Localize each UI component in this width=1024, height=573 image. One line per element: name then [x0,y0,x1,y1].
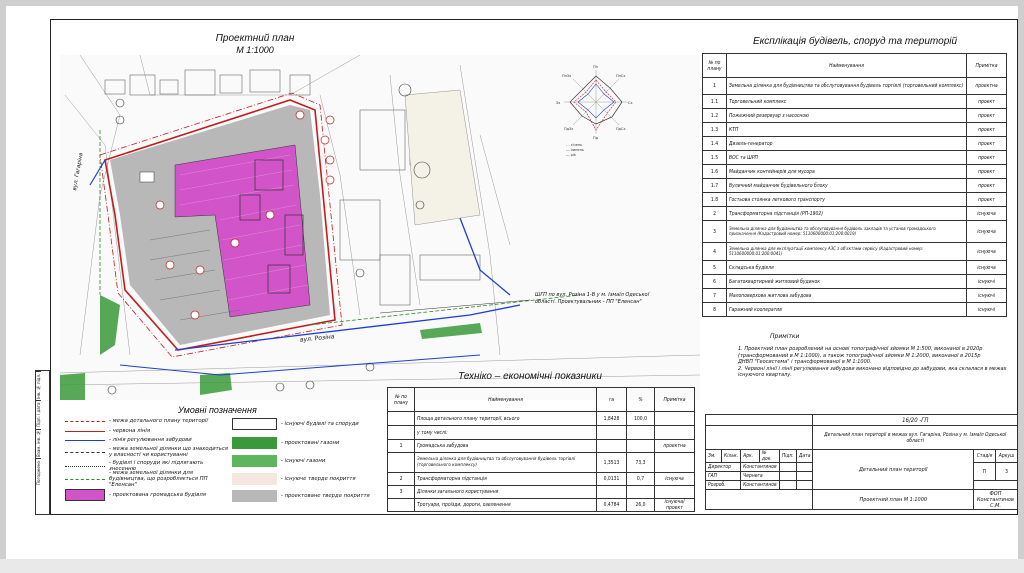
margin-cell: Взам. інв. № [36,429,41,458]
explication-title: Експлікація будівель, споруд та територі… [752,36,958,47]
col-header: Найменування [414,387,597,412]
col-header: Примітка [966,53,1007,78]
legend-item: - межа детального плану території [65,418,208,424]
wind-legend: — рік [566,153,576,157]
legend-item: - проектоване тверде покриття [232,490,370,502]
legend-item: - існуюче тверде покриття [232,473,356,485]
legend-box-swatch [65,489,105,501]
legend-line-swatch [65,430,105,432]
company-name: ФОП Константинов С.М. [973,489,1018,510]
table-row: 8 Гаражний кооператив існуючі [702,302,1007,317]
existing-building-swatch [232,418,277,430]
wind-legend: - - січень [566,143,582,147]
table-row: 1.1 Торговельний комплекс проект [702,94,1007,109]
legend-item: - межа земельної ділянки для будівництва… [65,470,229,488]
table-row: 1 Земельна ділянка для будівництва та обс… [702,77,1007,95]
legend-item: - червона лінія [65,428,150,434]
col-header: Примітка [654,387,695,412]
table-row: 1.4 Дизель-генератор проект [702,136,1007,151]
teo-table: № по плану Найменування га % Примітка Пл… [387,387,695,512]
project-title: Детальний план території в межах вул. Га… [812,425,1018,450]
legend-box-swatch [232,490,277,502]
legend-item: - проектовані газони [232,437,339,449]
wind-label: ПдЗх [564,127,573,131]
legend-item: - існуючі будівлі та споруди [232,418,359,430]
table-row: у тому числі: [387,425,695,440]
legend-item: - лінія регулювання забудови [65,437,192,443]
note-line: 1. Проектний план розроблений на основі … [738,346,983,359]
notes-title: Примітки [770,333,800,340]
drawing-code: 16/20 -ГП [812,414,1018,426]
legend-item: - межа земельної ділянки що знаходиться … [65,446,229,458]
plan-title: Проектний план [215,33,295,44]
legend-line-swatch [65,465,105,467]
wind-label: ПдСх [616,127,626,131]
margin-stamp-strip: Інв. № підл. Підп. і дата Взам. інв. № П… [35,370,50,515]
col-header: га [596,387,627,412]
legend-item: - існуючі газони [232,455,325,467]
table-row: 1 Громадська забудова проектна [387,439,695,453]
legend-line-swatch [65,439,105,441]
table-row: 1.3 КТП проект [702,122,1007,137]
table-row: 6 Багатоквартирний житловий будинок існуюч… [702,274,1007,289]
title-block: 16/20 -ГП Детальний план території в меж… [704,414,1018,510]
wind-label: ПнЗх [562,74,571,78]
legend-box-swatch [232,473,277,485]
teo-title: Техніко – економічні показники [458,371,602,382]
table-row: 2 Трансформаторна підстанція 0,0131 0,7 існу… [387,472,695,486]
legend-box-swatch [232,455,277,467]
table-row: 1.5 ВОС та ШРП проект [702,150,1007,165]
wind-label: Сх [628,101,633,105]
legend-line-swatch [65,451,105,453]
table-row: 1.6 Майданчик контейнерів для мусора проек… [702,164,1007,179]
table-row: 4 Земельна ділянка для експлуатації компл… [702,242,1007,261]
wind-legend: — липень [566,148,584,152]
wind-rose-diagram: Пн ПнСх Сх ПдСх Пд ПдЗх Зх ПнЗх - - січе… [556,65,633,157]
col-header: № по плану [387,387,415,412]
table-row: 1.2 Пожежний резервуар з насосною проект [702,108,1007,123]
plan-callout: ШГП по вул. Розіна 1-В у м. Ізмаїл Одесь… [535,292,650,305]
wind-label: Пн [593,65,598,69]
plan-scale: М 1:1000 [236,45,274,55]
explication-table: № по плану Найменування Примітка 1 Земель… [702,53,1007,317]
sheet-shadow [0,559,1024,573]
note-line: існуючого кварталу. [738,372,792,378]
col-header: % [626,387,655,412]
table-row: Земельна ділянка для будівництва та обсл… [387,452,695,473]
margin-cell: Інв. № підл. [36,371,41,400]
notes-body: 1. Проектний план розроблений на основі … [738,346,1013,379]
legend-line-swatch [65,420,105,422]
table-row: 3 Земельна ділянка для будівництва та обс… [702,220,1007,243]
table-row: 2 Трансформаторна підстанція (РП-1902) існ… [702,206,1007,221]
wind-label: Зх [556,101,560,105]
table-row: 1.8 Гостьова стоянка легкового транспорту… [702,192,1007,207]
doc-title: Детальний план території [812,449,974,490]
legend-title: Умовні позначення [178,405,257,415]
table-row: 7 Малоповерхова житлова забудова існуючі [702,288,1007,303]
table-row: 1.7 Вуличний майданчик будівельного блоку… [702,178,1007,193]
table-row: 5 Складська будівля існуюча [702,260,1007,275]
wind-label: ПнСх [616,74,625,78]
table-row: Площа детального плану території, всього… [387,411,695,426]
legend-item: - проектована громадська будівля [65,489,206,501]
margin-cell: Підп. і дата [36,400,41,429]
col-header: № по плану [702,53,727,78]
legend-line-swatch [65,478,105,480]
margin-cell: Погоджено [36,458,41,487]
sheet-title: Проектний план М 1:1000 [812,489,974,510]
wind-label: Пд [593,136,599,140]
table-row: Тротуари, проїзди, дороги, озеленення 0,4… [387,498,695,512]
table-row: 3 Ділянки загального користування [387,485,695,499]
col-header: Найменування [726,53,967,78]
legend-box-swatch [232,437,277,449]
